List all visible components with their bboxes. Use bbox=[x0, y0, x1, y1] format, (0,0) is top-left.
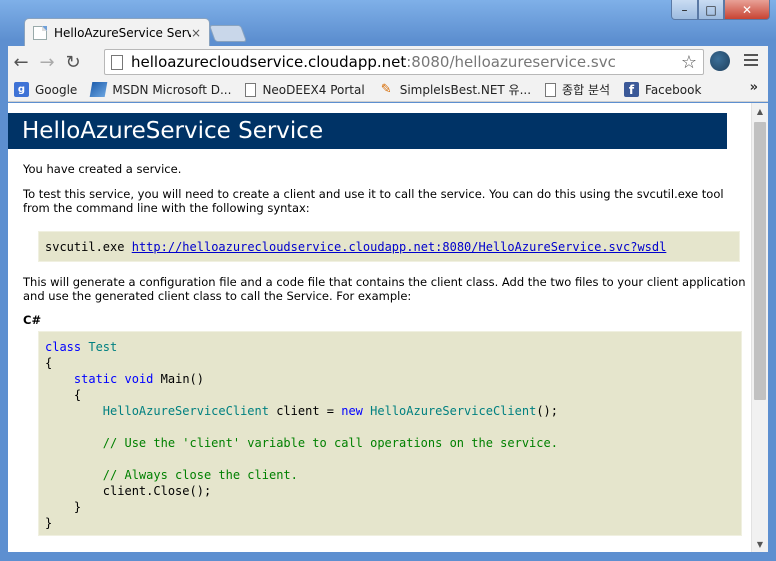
browser-toolbar: ← → ↻ helloazurecloudservice.cloudapp.ne… bbox=[8, 46, 768, 78]
back-button[interactable]: ← bbox=[8, 49, 34, 75]
code-text: client = bbox=[268, 404, 342, 418]
bookmark-msdn[interactable]: MSDN Microsoft D... bbox=[90, 82, 232, 97]
globe-extension-icon[interactable] bbox=[710, 51, 730, 71]
code-brace: { bbox=[73, 388, 82, 402]
code-keyword: static bbox=[73, 372, 118, 386]
code-text: client.Close(); bbox=[102, 484, 212, 498]
instructions-line-1: To test this service, you will need to c… bbox=[23, 187, 724, 201]
code-brace: } bbox=[45, 516, 53, 530]
wsdl-link[interactable]: http://helloazurecloudservice.cloudapp.n… bbox=[132, 240, 667, 254]
bookmark-label: NeoDEEX4 Portal bbox=[262, 82, 365, 97]
bookmark-label: Google bbox=[35, 82, 78, 97]
bookmark-google[interactable]: g Google bbox=[14, 82, 77, 97]
page-title: HelloAzureService Service bbox=[8, 113, 727, 149]
reload-button[interactable]: ↻ bbox=[60, 49, 86, 75]
vertical-scrollbar[interactable]: ▲ ▼ bbox=[751, 103, 768, 552]
page-icon bbox=[545, 82, 557, 97]
page-icon bbox=[245, 82, 257, 97]
code-brace: } bbox=[73, 500, 82, 514]
svcutil-command: svcutil.exe bbox=[45, 240, 125, 254]
code-type: HelloAzureServiceClient bbox=[370, 404, 537, 418]
generate-text-line-1: This will generate a configuration file … bbox=[23, 275, 746, 289]
code-type: HelloAzureServiceClient bbox=[102, 404, 269, 418]
facebook-icon: f bbox=[624, 82, 640, 97]
pen-icon: ✎ bbox=[380, 82, 392, 97]
bookmark-star-icon[interactable]: ☆ bbox=[681, 52, 697, 73]
google-icon: g bbox=[14, 82, 29, 97]
tab-title: HelloAzureService Service bbox=[54, 25, 191, 40]
close-window-button[interactable]: ✕ bbox=[724, 0, 770, 20]
bookmark-facebook[interactable]: f Facebook bbox=[624, 82, 701, 97]
csharp-label: C# bbox=[23, 313, 42, 327]
bookmark-label: SimpleIsBest.NET 유... bbox=[399, 83, 532, 97]
code-keyword: void bbox=[124, 372, 154, 386]
url-path: :8080/helloazureservice.svc bbox=[406, 53, 616, 71]
bookmark-analysis[interactable]: 종합 분석 bbox=[545, 81, 610, 98]
address-bar[interactable]: helloazurecloudservice.cloudapp.net:8080… bbox=[104, 49, 704, 75]
bookmark-label: MSDN Microsoft D... bbox=[112, 82, 232, 97]
url-text: helloazurecloudservice.cloudapp.net:8080… bbox=[131, 53, 616, 71]
code-comment: // Use the 'client' variable to call ope… bbox=[102, 436, 558, 450]
page-icon bbox=[33, 25, 47, 40]
scroll-down-arrow-icon[interactable]: ▼ bbox=[752, 536, 768, 552]
code-text: (); bbox=[536, 404, 558, 418]
forward-button[interactable]: → bbox=[34, 49, 60, 75]
browser-window: – □ ✕ HelloAzureService Service × ← → ↻ … bbox=[0, 0, 776, 561]
code-type: Test bbox=[88, 340, 118, 354]
code-keyword: new bbox=[341, 404, 363, 418]
code-comment: // Always close the client. bbox=[102, 468, 298, 482]
bookmark-label: 종합 분석 bbox=[562, 83, 611, 97]
code-sample: class Test { static void Main() { HelloA… bbox=[38, 331, 742, 536]
maximize-button[interactable]: □ bbox=[698, 0, 724, 20]
bookmark-simpleisbest[interactable]: ✎ SimpleIsBest.NET 유... bbox=[379, 81, 531, 98]
more-bookmarks-chevron-icon[interactable]: » bbox=[750, 80, 758, 95]
browser-tab[interactable]: HelloAzureService Service × bbox=[24, 18, 210, 46]
menu-icon[interactable] bbox=[744, 54, 758, 69]
scrollbar-thumb[interactable] bbox=[754, 122, 766, 400]
new-tab-button[interactable] bbox=[208, 25, 248, 42]
svcutil-command-box: svcutil.exe http://helloazurecloudservic… bbox=[38, 231, 740, 262]
page-content: HelloAzureService Service You have creat… bbox=[8, 103, 751, 552]
window-controls: – □ ✕ bbox=[671, 0, 770, 20]
bookmarks-bar: g Google MSDN Microsoft D... NeoDEEX4 Por… bbox=[8, 78, 768, 102]
page-icon bbox=[111, 54, 123, 70]
url-host: helloazurecloudservice.cloudapp.net bbox=[131, 53, 407, 71]
bookmark-neodeex[interactable]: NeoDEEX4 Portal bbox=[245, 82, 365, 97]
scroll-up-arrow-icon[interactable]: ▲ bbox=[752, 103, 768, 119]
intro-text: You have created a service. bbox=[23, 162, 182, 176]
bookmark-label: Facebook bbox=[645, 82, 702, 97]
code-method: Main() bbox=[160, 372, 204, 386]
minimize-button[interactable]: – bbox=[671, 0, 698, 20]
code-keyword: class bbox=[45, 340, 82, 354]
code-brace: { bbox=[45, 356, 53, 370]
msdn-icon bbox=[90, 82, 108, 97]
tab-close-icon[interactable]: × bbox=[191, 26, 201, 40]
instructions-line-2: from the command line with the following… bbox=[23, 201, 310, 215]
generate-text-line-2: and use the generated client class to ca… bbox=[23, 289, 412, 303]
